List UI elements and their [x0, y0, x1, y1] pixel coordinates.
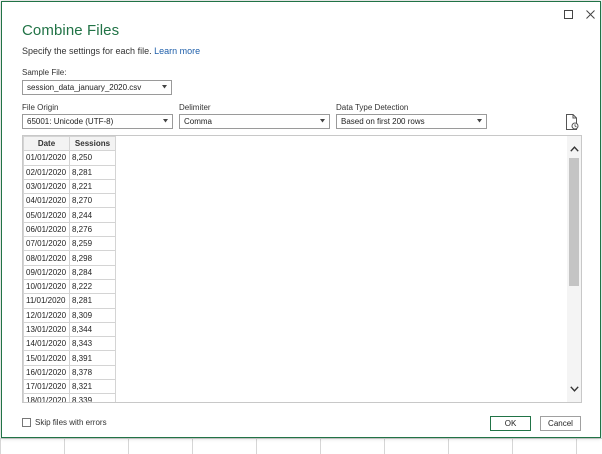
vertical-scrollbar[interactable]	[567, 136, 581, 402]
cell-sessions: 8,309	[69, 307, 116, 323]
cell-date: 10/01/2020	[23, 278, 70, 295]
table-row: 05/01/2020 8,244	[23, 207, 116, 223]
cell-sessions: 8,276	[69, 221, 116, 238]
maximize-button[interactable]	[558, 5, 578, 23]
table-row: 08/01/2020 8,298	[23, 250, 116, 266]
cell-date: 01/01/2020	[23, 150, 70, 166]
chevron-down-icon	[163, 119, 168, 123]
data-type-detection-dropdown[interactable]: Based on first 200 rows	[336, 114, 487, 129]
cell-date: 04/01/2020	[23, 193, 70, 209]
chevron-down-icon	[320, 119, 325, 123]
table-row: 13/01/2020 8,344	[23, 321, 116, 338]
cell-sessions: 8,284	[69, 264, 116, 280]
table-row: 11/01/2020 8,281	[23, 293, 116, 309]
cell-sessions: 8,281	[69, 164, 116, 180]
sample-file-value: session_data_january_2020.csv	[27, 83, 142, 92]
sample-file-dropdown[interactable]: session_data_january_2020.csv	[22, 80, 172, 95]
file-origin-value: 65001: Unicode (UTF-8)	[27, 117, 114, 126]
cell-sessions: 8,244	[69, 207, 116, 223]
cell-sessions: 8,391	[69, 350, 116, 366]
table-row: 03/01/2020 8,221	[23, 178, 116, 195]
skip-files-option[interactable]: Skip files with errors	[22, 418, 107, 427]
ok-button[interactable]: OK	[490, 416, 531, 431]
cell-date: 08/01/2020	[23, 250, 70, 266]
cell-date: 12/01/2020	[23, 307, 70, 323]
cell-sessions: 8,281	[69, 293, 116, 309]
cell-sessions: 8,343	[69, 336, 116, 352]
data-type-detection-label: Data Type Detection	[336, 103, 409, 112]
table-row: 04/01/2020 8,270	[23, 193, 116, 209]
chevron-up-icon	[569, 146, 579, 152]
sample-file-label: Sample File:	[22, 68, 67, 77]
cell-date: 11/01/2020	[23, 293, 70, 309]
table-row: 02/01/2020 8,281	[23, 164, 116, 180]
cell-date: 15/01/2020	[23, 350, 70, 366]
cell-sessions: 8,339	[69, 393, 116, 402]
scroll-up-button[interactable]	[567, 142, 581, 156]
file-origin-label: File Origin	[22, 103, 59, 112]
cell-date: 18/01/2020	[23, 393, 70, 402]
table-row: 10/01/2020 8,222	[23, 278, 116, 295]
close-icon	[585, 9, 595, 19]
cell-sessions: 8,259	[69, 236, 116, 252]
cell-date: 16/01/2020	[23, 364, 70, 381]
cell-date: 05/01/2020	[23, 207, 70, 223]
cell-sessions: 8,222	[69, 278, 116, 295]
subtitle-text: Specify the settings for each file.	[22, 46, 152, 56]
learn-more-link[interactable]: Learn more	[154, 46, 200, 56]
cell-date: 14/01/2020	[23, 336, 70, 352]
data-preview-pane: Date Sessions 01/01/2020 8,250 02/01/2020 8…	[22, 135, 582, 403]
cell-sessions: 8,298	[69, 250, 116, 266]
column-header-sessions: Sessions	[69, 136, 116, 152]
cell-date: 07/01/2020	[23, 236, 70, 252]
cell-sessions: 8,378	[69, 364, 116, 381]
file-refresh-icon	[566, 114, 579, 130]
cell-date: 06/01/2020	[23, 221, 70, 238]
delimiter-label: Delimiter	[179, 103, 211, 112]
table-row: 09/01/2020 8,284	[23, 264, 116, 280]
chevron-down-icon	[477, 119, 482, 123]
column-header-date: Date	[23, 136, 70, 152]
table-row: 14/01/2020 8,343	[23, 336, 116, 352]
chevron-down-icon	[569, 386, 579, 392]
table-row: 18/01/2020 8,339	[23, 393, 116, 402]
cell-date: 09/01/2020	[23, 264, 70, 280]
table-row: 17/01/2020 8,321	[23, 379, 116, 395]
cell-sessions: 8,221	[69, 178, 116, 195]
cell-sessions: 8,250	[69, 150, 116, 166]
dialog-title: Combine Files	[22, 22, 120, 39]
cell-sessions: 8,344	[69, 321, 116, 338]
cell-sessions: 8,270	[69, 193, 116, 209]
preview-table: Date Sessions 01/01/2020 8,250 02/01/2020 8…	[23, 136, 116, 402]
maximize-icon	[563, 9, 573, 19]
delimiter-value: Comma	[184, 117, 213, 126]
cell-date: 02/01/2020	[23, 164, 70, 180]
table-header-row: Date Sessions	[23, 136, 116, 152]
cancel-button[interactable]: Cancel	[540, 416, 581, 431]
preview-table-body: 01/01/2020 8,250 02/01/2020 8,281 03/01/2020…	[23, 150, 116, 402]
data-type-detection-value: Based on first 200 rows	[341, 117, 425, 126]
table-row: 15/01/2020 8,391	[23, 350, 116, 366]
skip-files-label: Skip files with errors	[35, 418, 107, 427]
table-row: 16/01/2020 8,378	[23, 364, 116, 381]
skip-files-checkbox[interactable]	[22, 418, 31, 427]
file-origin-dropdown[interactable]: 65001: Unicode (UTF-8)	[22, 114, 173, 129]
table-row: 07/01/2020 8,259	[23, 236, 116, 252]
combine-files-dialog: Combine Files Specify the settings for e…	[1, 1, 601, 438]
scrollbar-thumb[interactable]	[569, 158, 579, 286]
scroll-down-button[interactable]	[567, 382, 581, 396]
cell-date: 17/01/2020	[23, 379, 70, 395]
close-button[interactable]	[580, 5, 600, 23]
cell-sessions: 8,321	[69, 379, 116, 395]
background-spreadsheet	[0, 438, 602, 454]
chevron-down-icon	[162, 85, 167, 89]
cell-date: 13/01/2020	[23, 321, 70, 338]
cell-date: 03/01/2020	[23, 178, 70, 195]
dialog-subtitle: Specify the settings for each file. Lear…	[22, 46, 200, 56]
table-row: 12/01/2020 8,309	[23, 307, 116, 323]
delimiter-dropdown[interactable]: Comma	[179, 114, 330, 129]
refresh-file-button[interactable]	[565, 114, 579, 130]
table-row: 06/01/2020 8,276	[23, 221, 116, 238]
table-row: 01/01/2020 8,250	[23, 150, 116, 166]
